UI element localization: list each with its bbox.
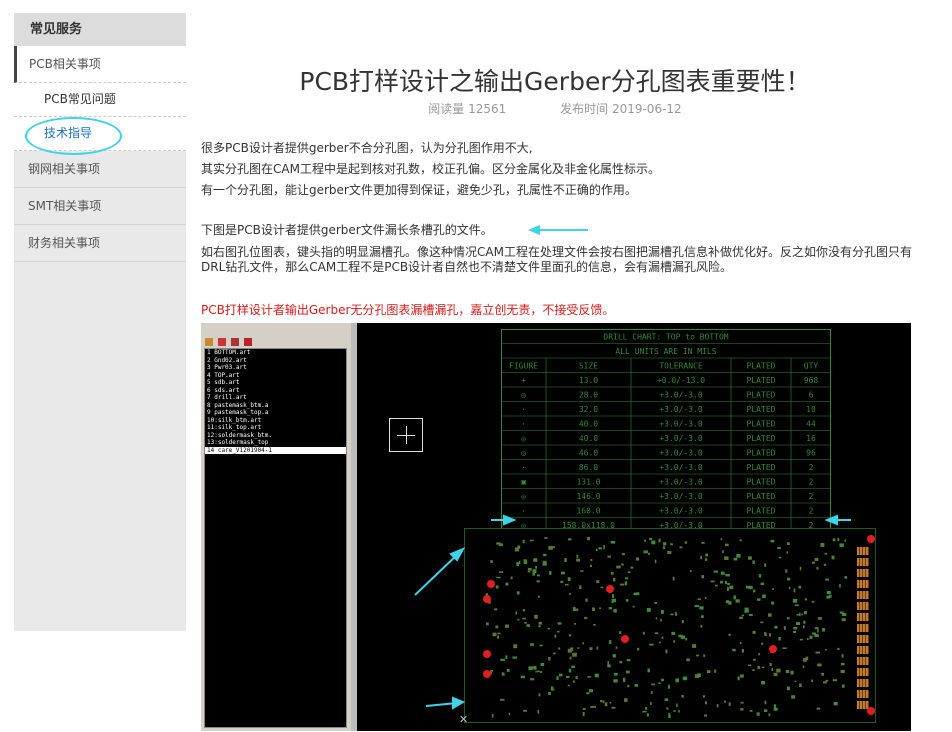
- sidebar-item-smt[interactable]: SMT相关事项: [14, 188, 186, 225]
- highlight-circle: [25, 117, 122, 155]
- view-count: 阅读量 12561: [428, 102, 507, 116]
- sidebar-item-pcb-faq[interactable]: PCB常见问题: [14, 83, 186, 117]
- paragraph-4-text: 下图是PCB设计者提供gerber文件漏长条槽孔的文件。: [201, 223, 493, 237]
- paragraph-2: 其实分孔图在CAM工程中是起到核对孔数，校正孔偏。区分金属化及非金化属性标示。: [201, 162, 660, 176]
- sidebar-item-pcb[interactable]: PCB相关事项: [14, 46, 186, 83]
- article-meta: 阅读量 12561 发布时间 2019-06-12: [190, 100, 920, 117]
- annotation-arrows: [414, 514, 851, 710]
- publish-date: 发布时间 2019-06-12: [560, 102, 682, 116]
- sidebar-item-stencil[interactable]: 钢网相关事项: [14, 151, 186, 188]
- sidebar-item-finance[interactable]: 财务相关事项: [14, 225, 186, 262]
- paragraph-5: 如右图孔位图表，键头指的明显漏槽孔。像这种情况CAM工程在处理文件会按右图把漏槽…: [201, 245, 912, 274]
- gerber-screenshot: 1 BOTTOM.art 2 Gnd02.art 3 Pwr03.art 4 TOP.…: [201, 323, 911, 731]
- article-title: PCB打样设计之输出Gerber分孔图表重要性！: [299, 67, 811, 96]
- sidebar: 常见服务 PCB相关事项 PCB常见问题 技术指导 钢网相关事项 SMT相关事项…: [14, 13, 186, 631]
- paragraph-3: 有一个分孔图，能让gerber文件更加得到保证，避免少孔，孔属性不正确的作用。: [201, 183, 637, 197]
- warning-text: PCB打样设计者输出Gerber无分孔图表漏槽漏孔，嘉立创无责，不接受反馈。: [201, 303, 615, 317]
- paragraph-1: 很多PCB设计者提供gerber不合分孔图，认为分孔图作用不大,: [201, 141, 533, 155]
- sidebar-header: 常见服务: [14, 13, 186, 46]
- arrow-icon: [528, 225, 588, 235]
